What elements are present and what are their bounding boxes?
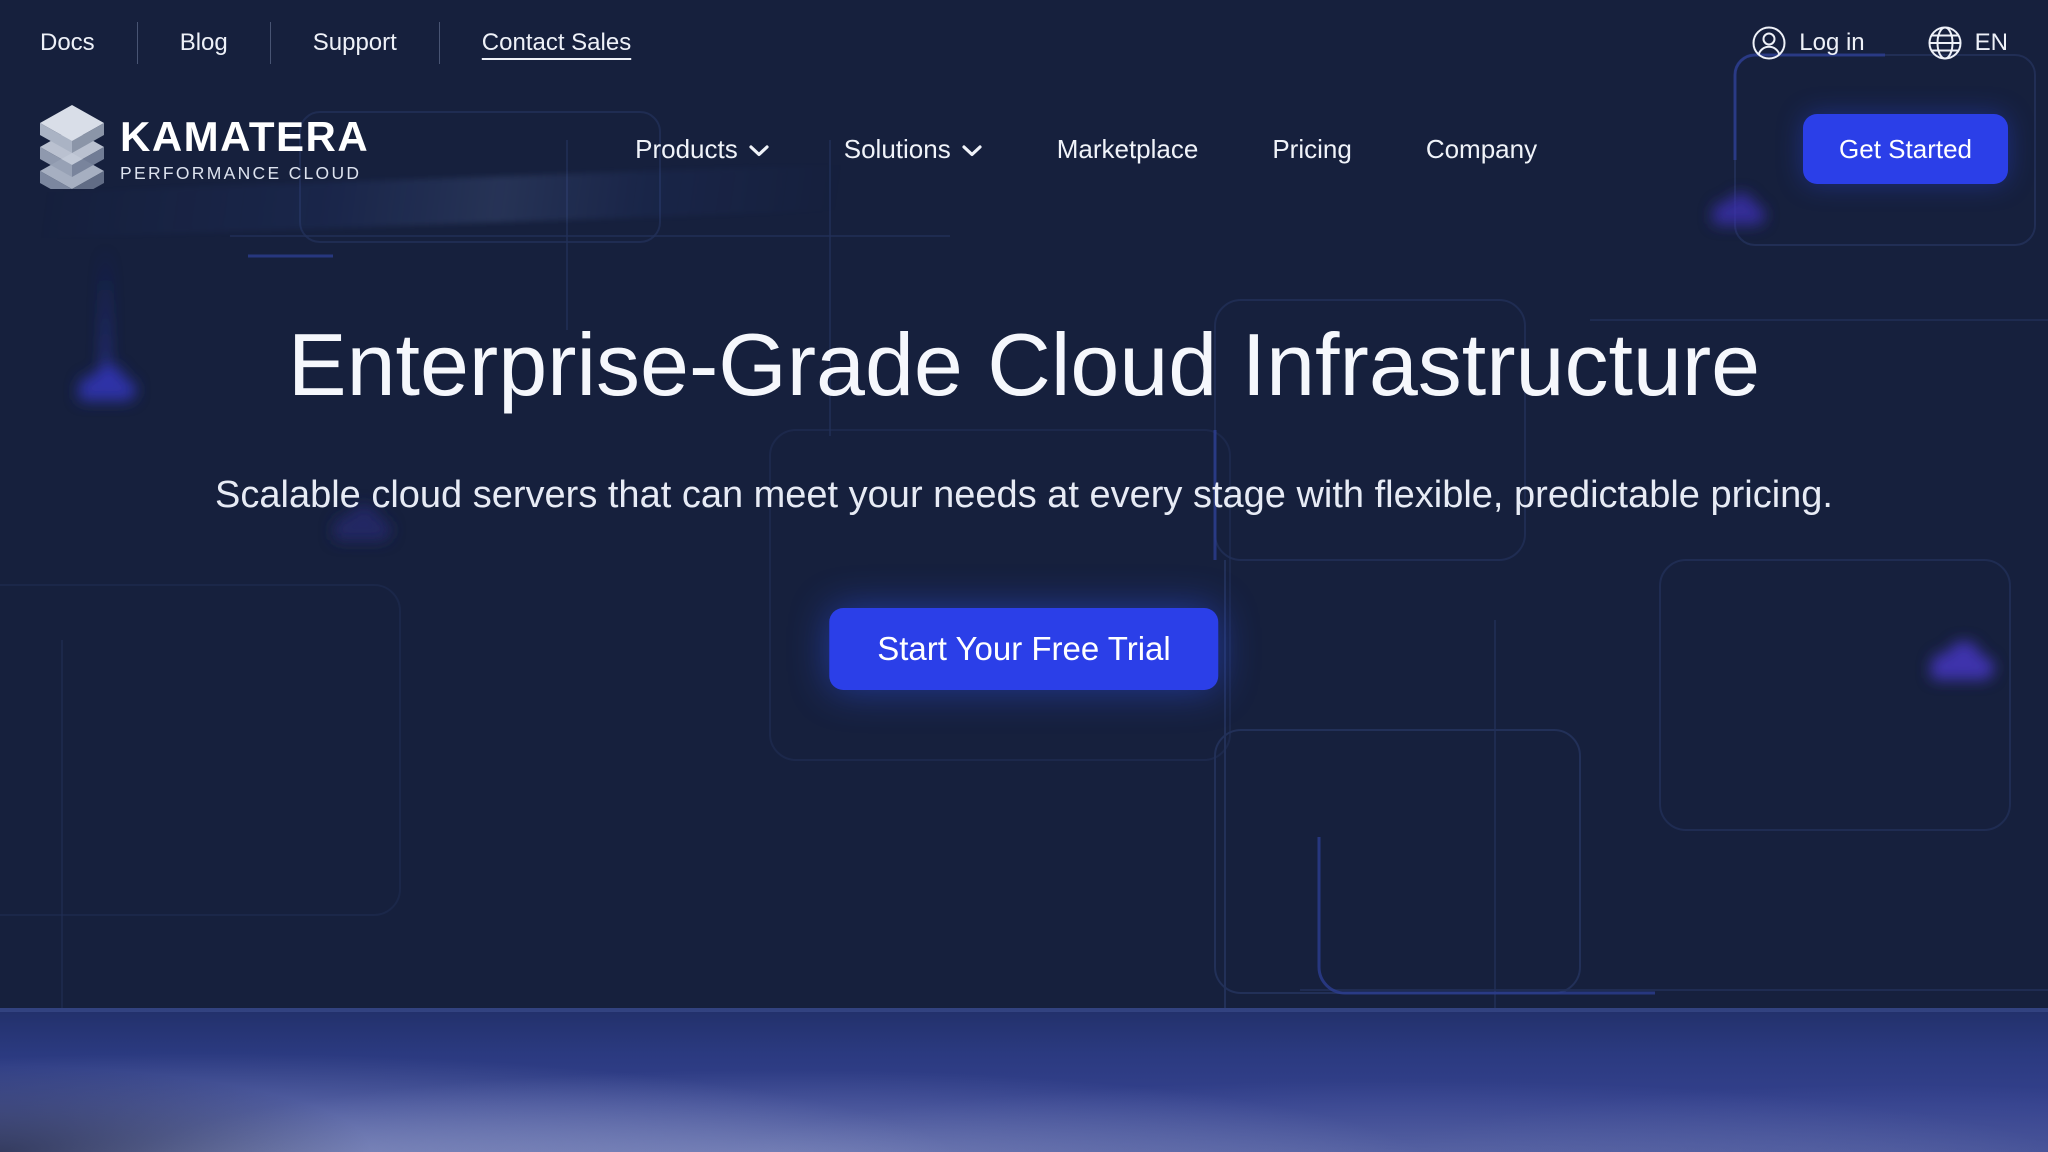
brand-tagline: PERFORMANCE CLOUD: [120, 165, 369, 183]
get-started-button[interactable]: Get Started: [1803, 114, 2008, 184]
login-label: Log in: [1799, 29, 1864, 57]
person-circle-icon: [1751, 25, 1787, 61]
hero-title: Enterprise-Grade Cloud Infrastructure: [0, 318, 2048, 411]
main-nav: KAMATERA PERFORMANCE CLOUD Products Solu…: [40, 104, 2008, 194]
bottom-gradient-band: [0, 1008, 2048, 1152]
nav-item-label: Company: [1426, 134, 1537, 165]
nav-item-label: Products: [635, 134, 738, 165]
nav-item-company[interactable]: Company: [1426, 134, 1537, 165]
language-label: EN: [1975, 29, 2008, 57]
nav-item-products[interactable]: Products: [635, 134, 770, 165]
brand-name: KAMATERA: [120, 116, 369, 158]
language-selector[interactable]: EN: [1927, 25, 2008, 61]
globe-icon: [1927, 25, 1963, 61]
utility-link-support[interactable]: Support: [271, 29, 439, 57]
logo-text: KAMATERA PERFORMANCE CLOUD: [120, 116, 369, 183]
hero-subtitle: Scalable cloud servers that can meet you…: [0, 474, 2048, 517]
nav-item-solutions[interactable]: Solutions: [844, 134, 983, 165]
nav-item-pricing[interactable]: Pricing: [1272, 134, 1351, 165]
start-free-trial-button[interactable]: Start Your Free Trial: [829, 608, 1218, 690]
chevron-down-icon: [748, 134, 770, 165]
nav-item-label: Solutions: [844, 134, 951, 165]
stacked-layers-icon: [40, 105, 104, 194]
page: { "brand": { "name": "KAMATERA", "taglin…: [0, 0, 2048, 1152]
utility-nav-links: Docs Blog Support Contact Sales: [40, 22, 673, 64]
utility-nav-actions: Log in EN: [1751, 25, 2008, 61]
nav-item-label: Pricing: [1272, 134, 1351, 165]
nav-item-label: Marketplace: [1057, 134, 1199, 165]
utility-link-docs[interactable]: Docs: [40, 29, 137, 57]
login-button[interactable]: Log in: [1751, 25, 1864, 61]
utility-nav: Docs Blog Support Contact Sales Log in: [40, 18, 2008, 68]
utility-link-contact-sales[interactable]: Contact Sales: [440, 29, 673, 57]
main-menu: Products Solutions Marketplace Pricing C…: [369, 134, 1803, 165]
utility-link-blog[interactable]: Blog: [138, 29, 270, 57]
kamatera-logo[interactable]: KAMATERA PERFORMANCE CLOUD: [40, 105, 369, 194]
chevron-down-icon: [961, 134, 983, 165]
nav-item-marketplace[interactable]: Marketplace: [1057, 134, 1199, 165]
